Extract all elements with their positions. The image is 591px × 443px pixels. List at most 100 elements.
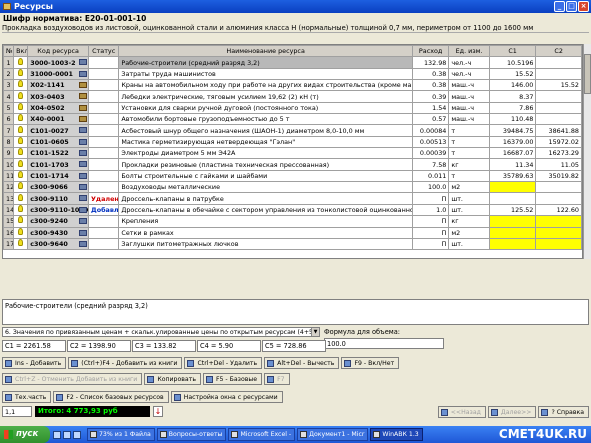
table-row[interactable]: 2 31000-0001 Затраты труда машинистов 0.38 ч… (3, 67, 582, 81)
price-mode-select[interactable]: 6. Значения по привязанным ценам + скаль… (2, 327, 320, 337)
resource-code[interactable]: с300-9640 (27, 237, 89, 251)
resource-name[interactable]: Заглушки питометражных лючков (118, 237, 413, 251)
resource-qty[interactable]: 0.00513 (411, 135, 450, 149)
status-cell[interactable] (87, 135, 120, 149)
cost-c2-cell[interactable] (535, 192, 582, 205)
cost-c1-cell[interactable] (488, 215, 537, 228)
resource-unit[interactable]: шт. (448, 203, 490, 217)
media-icon[interactable] (73, 430, 81, 439)
resource-code[interactable]: с300-9066 (27, 181, 89, 194)
resource-qty[interactable]: П (411, 237, 450, 251)
resource-unit[interactable]: м2 (448, 181, 490, 194)
row-number[interactable]: 12 (3, 181, 15, 194)
resource-qty[interactable]: П (411, 226, 450, 239)
resource-name[interactable]: Краны на автомобильном ходу при работе н… (118, 79, 413, 92)
lightbulb-icon[interactable] (18, 205, 24, 212)
base-button[interactable]: F5 - Базовые (202, 373, 263, 385)
column-header[interactable]: Наименование ресурса (118, 45, 413, 58)
status-cell[interactable] (87, 124, 120, 137)
status-cell[interactable] (87, 215, 120, 228)
resource-qty[interactable]: П (411, 192, 450, 205)
row-number[interactable]: 16 (3, 226, 15, 239)
cost-c2-cell[interactable]: 15972.02 (535, 135, 582, 149)
resource-code[interactable]: Х40-0001 (27, 113, 89, 126)
resource-name[interactable]: Сетки в рамках (118, 226, 413, 239)
formula-input[interactable]: 100.0 (324, 338, 444, 349)
cost-c1-cell[interactable] (488, 181, 537, 194)
resource-qty[interactable]: 0.00039 (411, 147, 450, 160)
cost-c2-cell[interactable] (535, 56, 582, 69)
cost-c1-cell[interactable]: 15.52 (488, 67, 537, 81)
cost-c1-cell[interactable] (488, 192, 537, 205)
cost-c2-cell[interactable]: 15.52 (535, 79, 582, 92)
cost-c1-cell[interactable] (488, 237, 537, 251)
cost-c1-cell[interactable]: 110.48 (488, 113, 537, 126)
status-cell[interactable] (87, 147, 120, 160)
note-area[interactable]: Рабочие-строители (средний разряд 3,2) (2, 299, 589, 325)
delete-button[interactable]: Ctrl+Del - Удалить (184, 357, 263, 369)
lightbulb-icon[interactable] (18, 171, 24, 178)
row-number[interactable]: 14 (3, 203, 15, 217)
maximize-button[interactable]: □ (566, 1, 577, 12)
resource-name[interactable]: Дроссель-клапаны в обечайке с сектором у… (118, 203, 413, 217)
resource-unit[interactable]: т (448, 135, 490, 149)
resource-qty[interactable]: 1.54 (411, 101, 450, 115)
status-cell[interactable] (87, 56, 120, 69)
status-cell[interactable] (87, 158, 120, 171)
include-cell[interactable] (13, 181, 29, 194)
cost-c2-cell[interactable] (535, 181, 582, 194)
include-cell[interactable] (13, 215, 29, 228)
resource-code[interactable]: с300-9240 (27, 215, 89, 228)
chevron-down-icon[interactable]: ▼ (311, 328, 319, 336)
cost-c1-cell[interactable]: 7.86 (488, 101, 537, 115)
lightbulb-icon[interactable] (18, 239, 24, 247)
resource-unit[interactable]: маш.-ч (448, 101, 490, 115)
status-cell[interactable] (87, 181, 120, 194)
lightbulb-icon[interactable] (18, 148, 24, 156)
desktop-icon[interactable] (63, 430, 71, 439)
resource-unit[interactable]: маш.-ч (448, 90, 490, 103)
lightbulb-icon[interactable] (18, 57, 24, 65)
resource-code[interactable]: с300-9110 (27, 192, 89, 205)
column-header[interactable]: Ед. изм. (448, 45, 490, 58)
copy-button[interactable]: Копировать (144, 373, 201, 385)
column-header[interactable]: Расход (411, 45, 450, 58)
resource-unit[interactable]: т (448, 124, 490, 137)
undo-add-button[interactable]: Ctrl+Z - Отменить Добавить из книги (2, 373, 143, 385)
include-cell[interactable] (13, 158, 29, 171)
help-button[interactable]: ? Справка (538, 405, 589, 418)
cost-c1-cell[interactable]: 146.00 (488, 79, 537, 92)
taskbar-item[interactable]: Вопросы-ответы (156, 428, 227, 441)
resource-unit[interactable]: т (448, 147, 490, 160)
row-number[interactable]: 4 (3, 90, 15, 103)
cost-c2-cell[interactable] (535, 226, 582, 239)
lightbulb-icon[interactable] (18, 228, 24, 235)
resource-qty[interactable]: 1.0 (411, 203, 450, 217)
taskbar-item[interactable]: Microsoft Excel - (228, 428, 296, 441)
column-header[interactable]: С2 (535, 45, 582, 58)
column-header[interactable]: № (3, 45, 15, 58)
taskbar-item-active[interactable]: WinАВК 1.3 (370, 428, 423, 441)
table-row[interactable]: 11 С101-1714 Болты строительные с гайками … (3, 169, 582, 183)
resource-qty[interactable]: 100.0 (411, 181, 450, 194)
column-header[interactable]: С1 (488, 45, 537, 58)
lightbulb-icon[interactable] (18, 125, 24, 133)
status-cell[interactable] (87, 79, 120, 92)
row-number[interactable]: 11 (3, 169, 15, 183)
row-number[interactable]: 10 (3, 158, 15, 171)
resource-qty[interactable]: 0.38 (411, 67, 450, 81)
cost-c2-cell[interactable] (535, 67, 582, 81)
resource-unit[interactable]: кг (448, 158, 490, 171)
include-cell[interactable] (13, 147, 29, 160)
resource-code[interactable]: Х04-0502 (27, 101, 89, 115)
resource-qty[interactable]: 0.39 (411, 90, 450, 103)
resource-code[interactable]: с300-9110-1000 (27, 203, 89, 217)
window-settings-button[interactable]: Настройка окна с ресурсами (170, 391, 283, 403)
resource-code[interactable]: с300-9430 (27, 226, 89, 239)
lightbulb-icon[interactable] (18, 137, 24, 144)
toggle-button[interactable]: F9 - Вкл/Нет (341, 357, 400, 369)
lightbulb-icon[interactable] (18, 80, 24, 88)
next-button[interactable]: Далее>> (487, 405, 537, 418)
cost-c2-cell[interactable]: 11.05 (535, 158, 582, 171)
row-number[interactable]: 8 (3, 135, 15, 149)
